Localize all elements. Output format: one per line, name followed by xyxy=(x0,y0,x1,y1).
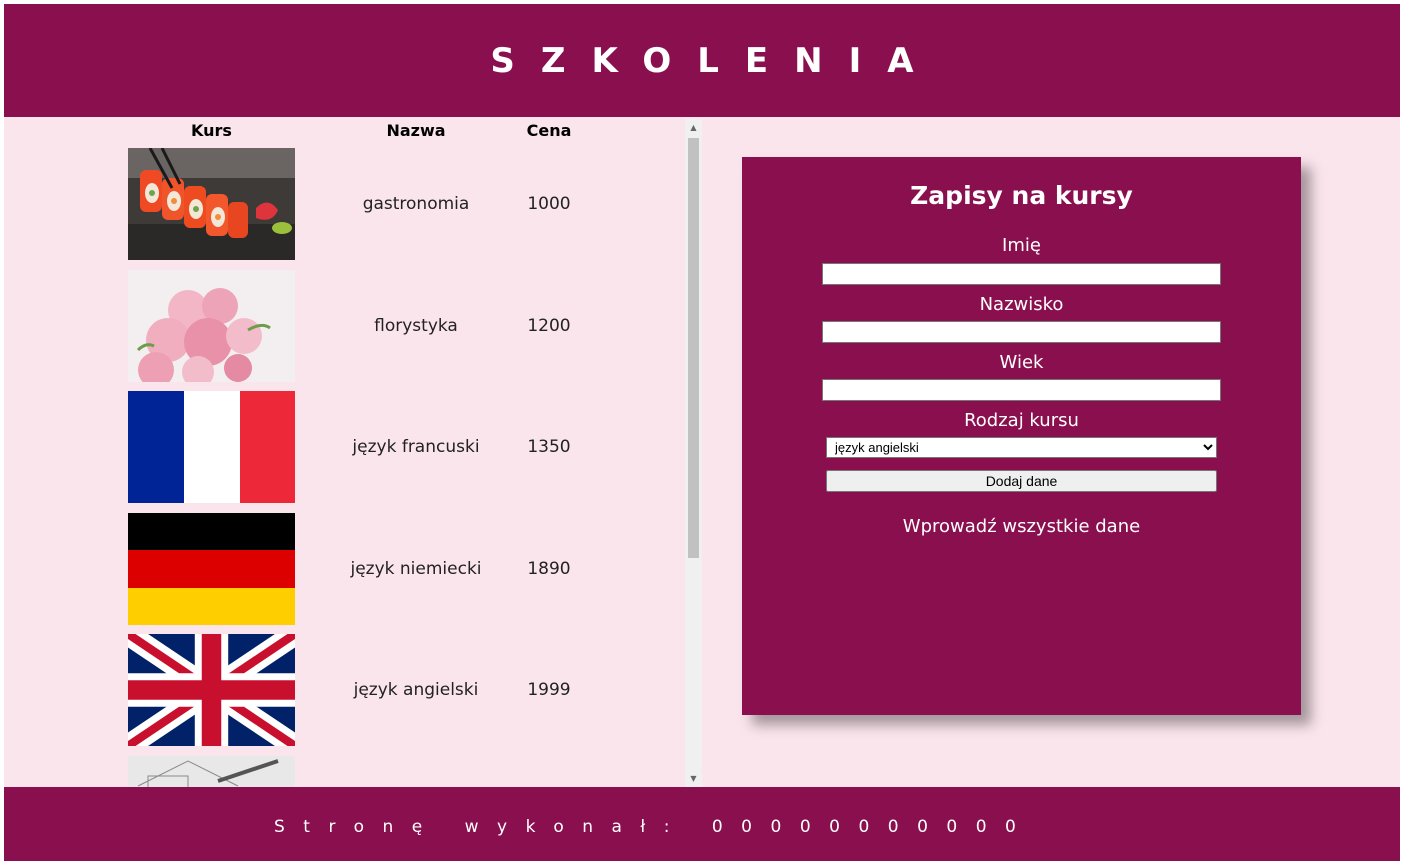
table-row: język francuski 1350 xyxy=(4,391,684,504)
page-footer: Stronę wykonał: 00000000000 xyxy=(4,787,1400,861)
first-name-input[interactable] xyxy=(822,263,1221,285)
french-flag-image xyxy=(128,391,295,503)
sushi-image xyxy=(128,148,295,260)
course-name: język francuski xyxy=(352,437,480,457)
scroll-up-arrow-icon[interactable]: ▲ xyxy=(685,119,702,136)
course-price: 1999 xyxy=(527,680,571,700)
column-header-nazwa: Nazwa xyxy=(386,121,446,140)
last-name-input[interactable] xyxy=(822,321,1221,343)
form-title: Zapisy na kursy xyxy=(910,181,1133,210)
uk-flag-image xyxy=(128,634,295,746)
table-row xyxy=(4,756,684,787)
page-title: SZKOLENIA xyxy=(490,40,940,81)
column-header-cena: Cena xyxy=(526,121,572,140)
column-header-kurs: Kurs xyxy=(191,121,232,140)
courses-table-panel: Kurs Nazwa Cena gastronomia 1000 floryst… xyxy=(4,117,704,787)
table-row: język angielski 1999 xyxy=(4,634,684,747)
scroll-thumb[interactable] xyxy=(688,138,699,558)
course-price: 1350 xyxy=(527,437,571,457)
scroll-down-arrow-icon[interactable]: ▼ xyxy=(685,770,702,787)
table-row: florystyka 1200 xyxy=(4,270,684,383)
first-name-label: Imię xyxy=(1002,235,1041,256)
main-section: Kurs Nazwa Cena gastronomia 1000 floryst… xyxy=(4,117,1400,787)
course-type-select[interactable]: język angielski xyxy=(826,437,1217,458)
course-name: język angielski xyxy=(353,680,479,700)
footer-text: Stronę wykonał: 00000000000 xyxy=(274,817,1035,837)
course-type-label: Rodzaj kursu xyxy=(964,410,1079,431)
flowers-image xyxy=(128,270,295,382)
architecture-image xyxy=(128,756,295,787)
age-input[interactable] xyxy=(822,379,1221,401)
table-header: Kurs Nazwa Cena xyxy=(4,121,704,145)
signup-form-card: Zapisy na kursy Imię Nazwisko Wiek Rodza… xyxy=(742,157,1301,715)
table-row: język niemiecki 1890 xyxy=(4,513,684,626)
course-price: 1000 xyxy=(527,194,571,214)
course-name: język niemiecki xyxy=(350,559,482,579)
form-message: Wprowadź wszystkie dane xyxy=(902,516,1141,537)
course-name: gastronomia xyxy=(362,194,470,214)
course-name: florystyka xyxy=(374,316,458,336)
age-label: Wiek xyxy=(999,352,1044,373)
course-price: 1890 xyxy=(527,559,571,579)
course-price: 1200 xyxy=(527,316,571,336)
table-scrollbar[interactable]: ▲ ▼ xyxy=(685,119,702,787)
add-data-button[interactable]: Dodaj dane xyxy=(826,470,1217,492)
last-name-label: Nazwisko xyxy=(979,294,1064,315)
page-header: SZKOLENIA xyxy=(4,4,1400,117)
table-row: gastronomia 1000 xyxy=(4,148,684,261)
german-flag-image xyxy=(128,513,295,625)
